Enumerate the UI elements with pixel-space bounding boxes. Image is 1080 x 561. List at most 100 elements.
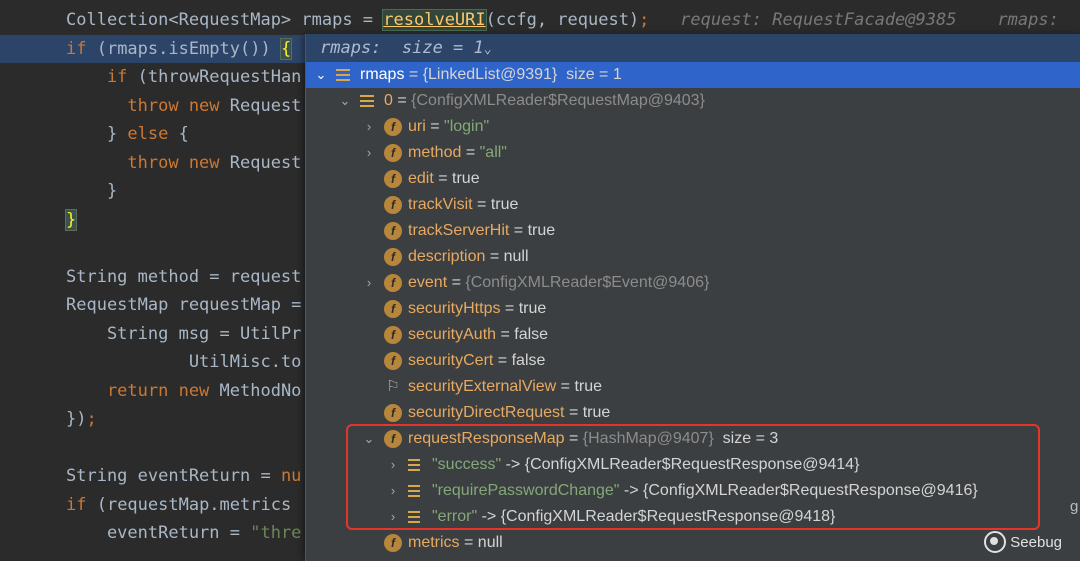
code-token: String eventReturn = xyxy=(66,466,281,486)
code-line[interactable]: Collection<RequestMap> rmaps = resolveUR… xyxy=(0,6,1080,34)
variable-name: uri xyxy=(408,118,426,135)
tree-row[interactable]: f securityCert = false xyxy=(306,348,1080,374)
field-icon: f xyxy=(384,404,402,422)
field-icon: f xyxy=(384,274,402,292)
code-token: if xyxy=(66,494,97,515)
tree-row[interactable]: f edit = true xyxy=(306,166,1080,192)
tree-row[interactable]: f metrics = null xyxy=(306,530,1080,556)
operator: = xyxy=(425,118,445,135)
code-token: throw new xyxy=(66,95,230,116)
tree-row[interactable]: f description = null xyxy=(306,244,1080,270)
seebug-logo-icon xyxy=(984,531,1007,553)
tree-row[interactable]: ⚐ securityExternalView = true xyxy=(306,374,1080,400)
operator: = xyxy=(485,248,504,265)
code-token: Request xyxy=(229,152,302,173)
tree-row[interactable]: f trackVisit = true xyxy=(306,192,1080,218)
variable-value: false xyxy=(511,352,546,369)
list-icon xyxy=(336,69,350,81)
variable-value: true xyxy=(518,300,547,317)
tree-row[interactable]: › f event = {ConfigXMLReader$Event@9406} xyxy=(306,270,1080,296)
variable-name: 0 xyxy=(384,92,393,109)
tree-row-text: trackServerHit = true xyxy=(408,218,555,244)
tree-row-text: method = "all" xyxy=(408,140,507,166)
variable-name: description xyxy=(408,248,486,265)
field-icon: f xyxy=(384,118,402,136)
chevron-down-icon[interactable]: ⌄ xyxy=(484,42,492,57)
variable-value: "login" xyxy=(444,118,490,135)
tree-row-text: securityDirectRequest = true xyxy=(408,400,610,426)
variable-value: true xyxy=(527,222,556,239)
code-token: nu xyxy=(280,466,302,486)
code-token: (throwRequestHan xyxy=(137,67,302,87)
tree-row[interactable]: › f uri = "login" xyxy=(306,114,1080,140)
tree-row[interactable]: f securityDirectRequest = true xyxy=(306,400,1080,426)
code-token: return new xyxy=(66,380,220,401)
tree-row-text: uri = "login" xyxy=(408,114,489,140)
tree-row[interactable]: f trackServerHit = true xyxy=(306,218,1080,244)
chevron-right-icon[interactable]: › xyxy=(362,114,376,140)
popup-header[interactable]: rmaps: size = 1⌄ xyxy=(306,34,1080,62)
variable-size: size = 1 xyxy=(557,66,622,83)
tree-row-text: metrics = null xyxy=(408,530,503,556)
code-token: }) xyxy=(66,409,87,429)
variable-name: securityCert xyxy=(408,352,494,369)
tree-row[interactable]: ⌄ rmaps = {LinkedList@9391} size = 1 xyxy=(306,62,1080,88)
variable-value: true xyxy=(574,378,603,395)
code-token: } xyxy=(66,124,128,144)
field-icon: f xyxy=(384,534,402,552)
code-token: { xyxy=(279,37,293,60)
chevron-right-icon[interactable]: › xyxy=(362,270,376,296)
code-token: { xyxy=(178,124,189,144)
operator: = xyxy=(509,222,528,239)
code-token: if xyxy=(66,38,97,59)
tree-row[interactable]: ⌄ 0 = {ConfigXMLReader$RequestMap@9403} xyxy=(306,88,1080,114)
code-token: (rmaps.isEmpty()) xyxy=(96,38,281,59)
code-token: MethodNo xyxy=(219,380,302,401)
variable-value: {LinkedList@9391} xyxy=(422,66,558,83)
tree-row-text: trackVisit = true xyxy=(408,192,518,218)
field-icon: f xyxy=(384,352,402,370)
tree-row-text: securityAuth = false xyxy=(408,322,548,348)
tree-row[interactable]: › f method = "all" xyxy=(306,140,1080,166)
code-token: String method = request xyxy=(66,266,302,287)
operator: = xyxy=(556,378,575,395)
tree-row-text: description = null xyxy=(408,244,529,270)
code-token: ; xyxy=(86,409,97,429)
variable-value: true xyxy=(452,170,480,187)
chevron-right-icon[interactable]: › xyxy=(362,140,376,166)
field-icon: f xyxy=(384,222,402,240)
chevron-down-icon[interactable]: ⌄ xyxy=(314,62,328,88)
operator: = xyxy=(461,144,480,161)
variable-name: trackVisit xyxy=(408,196,473,213)
operator: = xyxy=(447,274,466,291)
tree-row-text: rmaps = {LinkedList@9391} size = 1 xyxy=(360,62,622,88)
tree-row-text: 0 = {ConfigXMLReader$RequestMap@9403} xyxy=(384,88,705,114)
tree-row[interactable]: f securityAuth = false xyxy=(306,322,1080,348)
code-token: resolveURI xyxy=(382,9,487,31)
variable-name: securityHttps xyxy=(408,300,501,317)
code-token: (ccfg, request) xyxy=(485,10,640,30)
code-token: Collection<RequestMap> rmaps = xyxy=(66,10,384,30)
field-icon: f xyxy=(384,326,402,344)
highlight-annotation-box xyxy=(346,424,1040,530)
tree-row-text: securityHttps = true xyxy=(408,296,546,322)
list-icon xyxy=(360,95,374,107)
variable-value: {ConfigXMLReader$Event@9406} xyxy=(465,274,710,291)
variable-name: method xyxy=(408,144,462,161)
operator: = xyxy=(433,170,453,187)
variable-value: true xyxy=(490,196,519,213)
chevron-down-icon[interactable]: ⌄ xyxy=(338,88,352,114)
variable-name: edit xyxy=(408,170,434,187)
code-token: UtilMisc.to xyxy=(66,352,302,372)
tree-row-text: edit = true xyxy=(408,166,480,192)
operator: = xyxy=(493,352,512,369)
operator: = xyxy=(392,92,412,109)
variable-name: securityExternalView xyxy=(408,378,557,395)
code-token: (requestMap.metrics xyxy=(96,494,292,515)
code-token: ; xyxy=(639,10,650,30)
clipped-text: g xyxy=(1070,498,1079,515)
code-token: throw new xyxy=(66,152,230,173)
tree-row[interactable]: f securityHttps = true xyxy=(306,296,1080,322)
tree-row-text: event = {ConfigXMLReader$Event@9406} xyxy=(408,270,709,296)
field-icon: f xyxy=(384,170,402,188)
